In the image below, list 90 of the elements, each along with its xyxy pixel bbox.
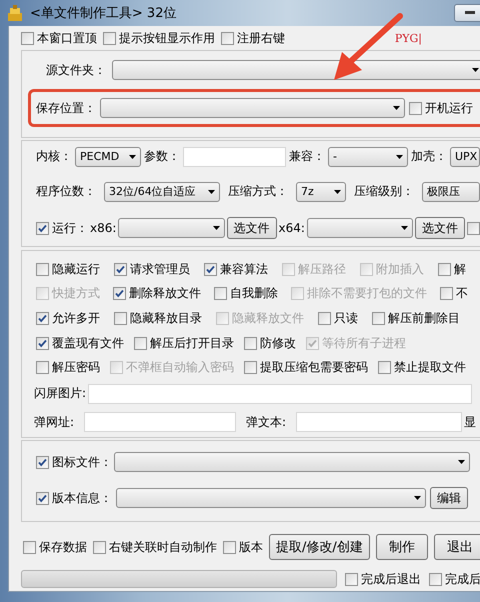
checkbox[interactable]: 自我删除 <box>214 285 278 302</box>
check-icon <box>206 264 215 274</box>
icon-file-dropdown[interactable] <box>114 452 470 472</box>
checkbox[interactable]: 隐藏释放目录 <box>114 310 202 327</box>
caret-icon <box>393 106 400 110</box>
field-label: 内核： <box>36 148 72 166</box>
checkbox[interactable]: 请求管理员 <box>114 260 190 278</box>
edit-button[interactable]: 编辑 <box>430 487 468 509</box>
checkbox[interactable]: 图标文件： <box>36 454 112 470</box>
field-label: 弹网址: <box>34 414 74 431</box>
checkbox[interactable]: 本窗口置顶 <box>21 30 97 46</box>
field-label: 参数： <box>144 148 180 166</box>
window-title: <单文件制作工具> 32位 <box>30 5 176 22</box>
field-label: x86: <box>90 221 116 236</box>
checkbox[interactable]: 保存数据 <box>23 538 87 556</box>
checkbox[interactable]: 解压后打开目录 <box>134 334 234 352</box>
packer-dropdown[interactable]: UPX <box>450 146 480 167</box>
check-icon <box>38 458 47 466</box>
field-label: 压缩级别： <box>354 183 414 200</box>
field-label: 压缩方式： <box>228 183 288 200</box>
checkbox[interactable]: 提取压缩包需要密码 <box>244 359 368 376</box>
action-button[interactable]: 提取/修改/创建 <box>269 534 370 560</box>
field-label: 弹文本: <box>246 414 286 431</box>
field-label: 保存位置： <box>36 100 96 116</box>
action-button[interactable]: 制作 <box>376 534 428 560</box>
folder-dropdown[interactable] <box>112 60 480 80</box>
caret-icon <box>208 190 215 194</box>
field-label: 闪屏图片: <box>34 385 86 402</box>
checkbox[interactable]: 完成后退出 <box>345 570 421 588</box>
checkbox[interactable]: 注册右键 <box>221 30 285 46</box>
checkbox[interactable]: 隐藏运行 <box>36 260 100 278</box>
caret-icon <box>396 154 403 159</box>
app-icon <box>6 4 24 22</box>
checkbox[interactable]: 提示按钮显示作用 <box>103 30 215 46</box>
field-label: x64: <box>278 221 305 236</box>
compat-dropdown[interactable]: - <box>328 146 408 167</box>
popup-url-field[interactable] <box>84 412 236 432</box>
choose-file-button[interactable]: 选文件 <box>415 217 465 240</box>
checkbox[interactable] <box>467 222 480 235</box>
caret-icon <box>401 226 408 230</box>
check-icon <box>308 338 317 348</box>
checkbox[interactable]: 覆盖现有文件 <box>36 334 124 352</box>
x64-dropdown[interactable] <box>306 218 413 238</box>
popup-text-field[interactable] <box>296 412 462 432</box>
caret-icon <box>212 226 220 230</box>
caret-icon <box>129 154 136 159</box>
method-dropdown[interactable]: 7z <box>296 182 346 202</box>
compression-dropdown[interactable]: 极限压 <box>422 182 480 202</box>
checkbox[interactable]: 禁止提取文件 <box>378 359 466 376</box>
minimize-button[interactable] <box>454 4 480 22</box>
checkbox[interactable]: 兼容算法 <box>204 260 268 278</box>
params-field[interactable] <box>183 146 286 167</box>
checkbox[interactable]: 只读 <box>318 310 358 327</box>
check-icon <box>116 264 125 274</box>
x86-dropdown[interactable] <box>118 218 224 238</box>
field-label: 源文件夹： <box>46 62 106 78</box>
check-icon <box>115 289 124 298</box>
field-label: 显 <box>464 414 476 431</box>
minimize-icon <box>465 11 475 15</box>
action-button[interactable]: 退出 <box>434 534 480 560</box>
splash-image-field[interactable] <box>88 384 472 404</box>
caret-icon <box>414 496 421 500</box>
check-icon <box>38 314 47 323</box>
check-icon <box>38 494 47 502</box>
checkbox[interactable]: 防修改 <box>244 334 296 352</box>
checkbox[interactable]: 允许多开 <box>36 310 100 327</box>
choose-file-button[interactable]: 选文件 <box>226 217 276 240</box>
annotation-text: PYG| <box>394 32 422 44</box>
save-dropdown[interactable] <box>100 98 405 118</box>
checkbox[interactable]: 右键关联时自动制作 <box>93 538 217 556</box>
caret-icon <box>458 460 465 464</box>
caret-icon <box>472 68 479 72</box>
checkbox[interactable]: 删除释放文件 <box>113 285 201 302</box>
version-info-dropdown[interactable] <box>116 488 426 508</box>
checkbox[interactable]: 运行： <box>36 220 88 237</box>
checkbox[interactable]: 版本 <box>223 538 263 556</box>
check-icon <box>38 224 47 233</box>
check-icon <box>38 338 47 348</box>
field-label: 程序位数： <box>36 183 96 200</box>
checkbox[interactable]: 解压前删除目 <box>372 310 460 327</box>
checkbox[interactable]: 不 <box>440 285 468 302</box>
checkbox[interactable]: 版本信息： <box>36 490 112 506</box>
field-label: 加壳： <box>411 148 447 166</box>
field-label: 兼容： <box>289 148 325 166</box>
checkbox[interactable]: 解压密码 <box>36 359 100 376</box>
checkbox[interactable]: 开机运行 <box>409 100 473 116</box>
caret-icon <box>334 190 341 194</box>
core-dropdown[interactable]: PECMD <box>75 146 141 167</box>
bits-dropdown[interactable]: 32位/64位自适应 <box>104 182 220 202</box>
checkbox[interactable]: 解 <box>438 260 466 278</box>
